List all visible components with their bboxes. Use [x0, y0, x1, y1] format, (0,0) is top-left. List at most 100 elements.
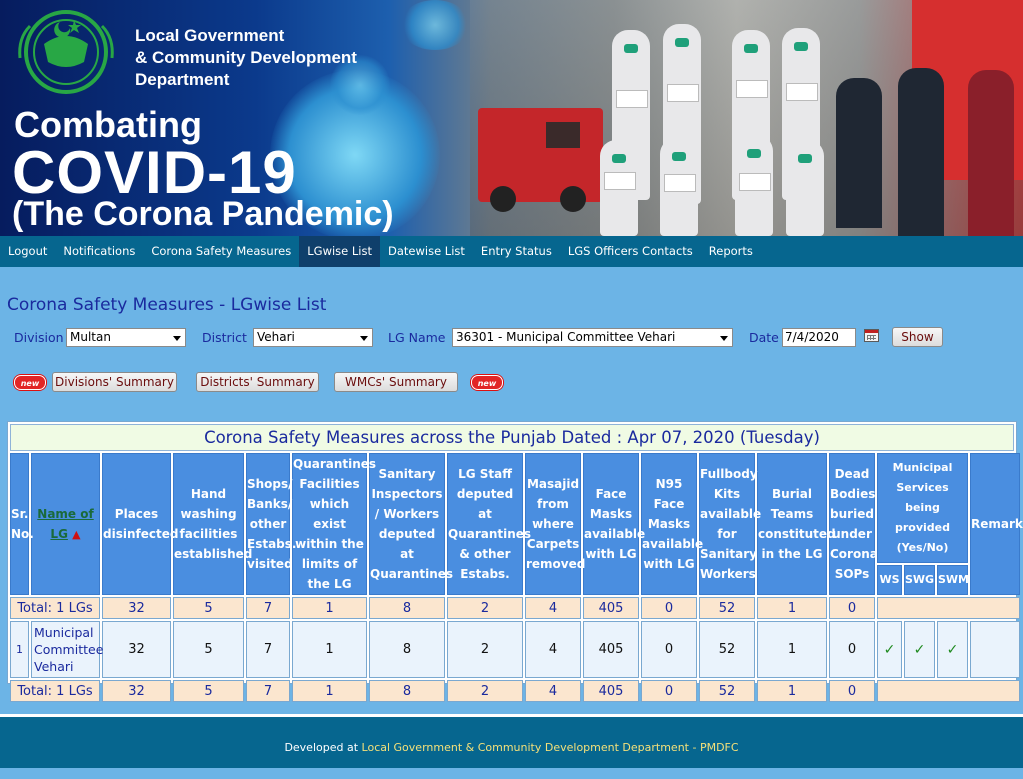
col-header-swg: SWG — [904, 564, 935, 595]
row-cell: 7 — [246, 621, 290, 678]
page-title: Corona Safety Measures - LGwise List — [7, 295, 327, 315]
district-select[interactable]: Vehari — [253, 328, 373, 347]
table-title: Corona Safety Measures across the Punjab… — [10, 424, 1014, 451]
total-cell: 1 — [757, 680, 827, 702]
total-label: Total: 1 LGs — [10, 680, 100, 702]
col-header-hand-washing: Hand washing facilities established — [173, 453, 252, 595]
swg-cell: ✓ — [904, 621, 935, 678]
hero-heading-line3: (The Corona Pandemic) — [12, 195, 394, 233]
col-header-masajid: Masajid from where Carpets removed — [525, 453, 585, 595]
total-cell: 7 — [246, 597, 290, 619]
total-cell: 52 — [699, 680, 755, 702]
row-cell: 1 — [292, 621, 367, 678]
col-header-dead-bodies: Dead Bodies buried under Corona SOPs — [829, 453, 878, 595]
nav-logout[interactable]: Logout — [0, 236, 55, 267]
row-cell: 4 — [525, 621, 581, 678]
col-header-shops-visited: Shops/ Banks/ other Estabs. visited — [246, 453, 296, 595]
total-cell: 2 — [447, 680, 523, 702]
chevron-down-icon — [173, 336, 181, 341]
total-cell: 0 — [829, 680, 875, 702]
district-label: District — [202, 330, 247, 345]
total-cell: 32 — [102, 680, 171, 702]
date-label: Date — [749, 330, 779, 345]
swm-cell: ✓ — [937, 621, 968, 678]
lg-name-select[interactable]: 36301 - Municipal Committee Vehari — [452, 328, 733, 347]
results-table-container: Corona Safety Measures across the Punjab… — [7, 421, 1023, 702]
row-cell: 0 — [829, 621, 875, 678]
total-cell: 4 — [525, 680, 581, 702]
total-cell: 2 — [447, 597, 523, 619]
col-header-sr-no: Sr. No. — [10, 453, 34, 595]
division-select[interactable]: Multan — [66, 328, 186, 347]
total-cell: 52 — [699, 597, 755, 619]
table-row: 1 Municipal Committee Vehari 32 5 7 1 8 … — [10, 621, 1020, 678]
total-cell: 1 — [292, 680, 367, 702]
col-header-n95-masks: N95 Face Masks available with LG — [641, 453, 703, 595]
total-row-top: Total: 1 LGs 32 5 7 1 8 2 4 405 0 52 1 0 — [10, 597, 1020, 619]
col-header-name-of-lg[interactable]: Name of LG ▲ — [31, 453, 100, 595]
new-badge-icon: new — [14, 375, 46, 390]
col-header-fullbody-kits: Fullbody Kits available for Sanitary Wor… — [699, 453, 761, 595]
nav-lgs-officers-contacts[interactable]: LGS Officers Contacts — [560, 236, 701, 267]
lg-name-select-value: 36301 - Municipal Committee Vehari — [456, 330, 676, 344]
total-cell: 5 — [173, 597, 244, 619]
virus-graphic — [400, 0, 470, 50]
chevron-down-icon — [360, 336, 368, 341]
ws-cell: ✓ — [877, 621, 902, 678]
wmcs-summary-button[interactable]: WMCs' Summary — [334, 372, 458, 392]
col-header-sanitary-inspectors: Sanitary Inspectors / Workers deputed at… — [369, 453, 453, 595]
total-cell-empty — [877, 597, 1020, 619]
nav-entry-status[interactable]: Entry Status — [473, 236, 560, 267]
row-cell: 2 — [447, 621, 523, 678]
row-cell: 1 — [757, 621, 827, 678]
col-header-quarantine-facilities: Quarantines Facilities which exist withi… — [292, 453, 376, 595]
total-cell: 405 — [583, 680, 639, 702]
lg-name-label: LG Name — [388, 330, 446, 345]
division-select-value: Multan — [70, 330, 111, 344]
header-banner: Local Government & Community Development… — [0, 0, 1023, 236]
worker-figure — [786, 140, 824, 236]
nav-reports[interactable]: Reports — [701, 236, 761, 267]
department-name-line1: Local Government — [135, 26, 285, 45]
sort-name-of-lg-link[interactable]: Name of LG — [37, 507, 93, 541]
col-header-face-masks: Face Masks available with LG — [583, 453, 645, 595]
total-cell: 8 — [369, 597, 445, 619]
total-label: Total: 1 LGs — [10, 597, 100, 619]
col-header-municipal-services: Municipal Services being provided (Yes/N… — [877, 453, 968, 563]
total-row-bottom: Total: 1 LGs 32 5 7 1 8 2 4 405 0 52 1 0 — [10, 680, 1020, 702]
footer-org-link[interactable]: Local Government & Community Development… — [362, 741, 739, 754]
total-cell: 0 — [641, 597, 697, 619]
total-cell: 7 — [246, 680, 290, 702]
results-table: Sr. No. Name of LG ▲ Places disinfected … — [8, 451, 1023, 704]
checkmark-icon: ✓ — [913, 641, 926, 658]
nav-lgwise-list[interactable]: LGwise List — [299, 236, 380, 267]
total-cell: 5 — [173, 680, 244, 702]
official-figure — [968, 70, 1014, 236]
department-name-line3: Department — [135, 70, 230, 89]
total-cell: 1 — [292, 597, 367, 619]
nav-notifications[interactable]: Notifications — [55, 236, 143, 267]
row-cell: 405 — [583, 621, 639, 678]
worker-figure — [660, 138, 698, 236]
checkmark-icon: ✓ — [883, 641, 896, 658]
nav-corona-safety-measures[interactable]: Corona Safety Measures — [143, 236, 299, 267]
new-badge-icon: new — [471, 375, 503, 390]
official-figure — [836, 78, 882, 228]
total-cell: 1 — [757, 597, 827, 619]
divisions-summary-button[interactable]: Divisions' Summary — [52, 372, 177, 392]
col-header-remarks: Remarks — [970, 453, 1023, 595]
checkmark-icon: ✓ — [946, 641, 959, 658]
worker-figure — [735, 135, 773, 236]
col-header-lg-staff: LG Staff deputed at Quarantines & other … — [447, 453, 531, 595]
division-label: Division — [14, 330, 64, 345]
show-button[interactable]: Show — [892, 327, 943, 347]
calendar-icon[interactable] — [864, 329, 879, 342]
col-header-places-disinfected: Places disinfected — [102, 453, 178, 595]
col-header-burial-teams: Burial Teams constituted in the LG — [757, 453, 836, 595]
row-sr-no: 1 — [10, 621, 29, 678]
nav-datewise-list[interactable]: Datewise List — [380, 236, 473, 267]
row-lg-name: Municipal Committee Vehari — [31, 621, 103, 678]
date-input[interactable]: 7/4/2020 — [782, 328, 856, 347]
districts-summary-button[interactable]: Districts' Summary — [196, 372, 319, 392]
row-cell: 5 — [173, 621, 244, 678]
